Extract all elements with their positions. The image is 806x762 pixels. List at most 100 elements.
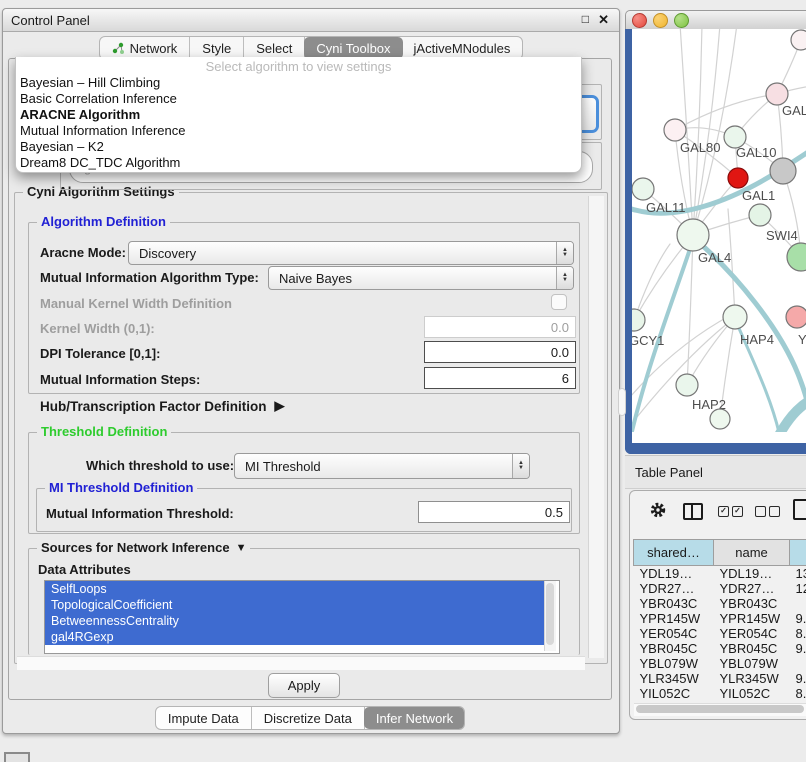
algorithm-option-dream8-dc-tdc-algorithm[interactable]: Dream8 DC_TDC Algorithm bbox=[16, 155, 581, 171]
attribute-item-selfloops[interactable]: SelfLoops bbox=[45, 581, 549, 597]
control-panel-titlebar[interactable]: Control Panel □ ✕ bbox=[3, 9, 619, 32]
table-hscrollbar-track[interactable] bbox=[634, 703, 806, 716]
sources-legend: Sources for Network Inference ▼ bbox=[37, 540, 250, 555]
bottom-tab-infer-network[interactable]: Infer Network bbox=[364, 707, 465, 729]
network-node-gal1[interactable] bbox=[728, 168, 748, 188]
algorithm-option-bayesian-k2[interactable]: Bayesian – K2 bbox=[16, 139, 581, 155]
float-window-icon[interactable]: □ bbox=[582, 12, 589, 26]
export-table-icon[interactable] bbox=[793, 499, 806, 520]
close-panel-icon[interactable]: ✕ bbox=[598, 12, 609, 28]
network-canvas[interactable]: GALGAL80GAL10GAL1GAL11SWI4GAL4HAP4YGCY1H… bbox=[632, 29, 806, 432]
network-edge[interactable] bbox=[675, 94, 777, 130]
mi-steps-field[interactable]: 6 bbox=[424, 367, 576, 389]
application-window: Control Panel □ ✕ Network Style SelectCyni… bbox=[0, 0, 806, 762]
node-label-gal1: GAL1 bbox=[742, 188, 775, 203]
dpi-tolerance-field[interactable]: 0.0 bbox=[424, 341, 576, 363]
table-row[interactable]: YDR27…YDR27…12 bbox=[634, 581, 806, 596]
threshold-definition-legend: Threshold Definition bbox=[37, 424, 171, 439]
apply-button[interactable]: Apply bbox=[268, 673, 340, 698]
table-row[interactable]: YBL079WYBL079W bbox=[634, 656, 806, 671]
node-label-gal10: GAL10 bbox=[736, 145, 776, 160]
tab-select[interactable]: Select bbox=[244, 37, 305, 59]
algorithm-option-bayesian-hill-climbing[interactable]: Bayesian – Hill Climbing bbox=[16, 75, 581, 91]
bottom-tab-impute-data[interactable]: Impute Data bbox=[156, 707, 252, 729]
network-node-hap2[interactable] bbox=[676, 374, 698, 396]
table-hscrollbar-thumb[interactable] bbox=[636, 705, 804, 713]
mi-steps-label: Mutual Information Steps: bbox=[40, 372, 200, 387]
column-header-name[interactable]: name bbox=[714, 540, 790, 566]
settings-scrollbar-track[interactable] bbox=[588, 196, 604, 658]
table-row[interactable]: YBR045CYBR045C9. bbox=[634, 641, 806, 656]
kernel-width-field[interactable]: 0.0 bbox=[424, 316, 576, 338]
tab-jactivemnodules[interactable]: jActiveMNodules bbox=[402, 37, 523, 59]
table-row[interactable]: YDL19…YDL19…13 bbox=[634, 566, 806, 582]
collapse-arrow-icon[interactable]: ▼ bbox=[236, 542, 247, 554]
network-node-unlabeled[interactable] bbox=[770, 158, 796, 184]
table-cell: 9. bbox=[790, 671, 806, 686]
tab-style-label: Style bbox=[202, 41, 231, 56]
node-label-gcy1: GCY1 bbox=[632, 333, 664, 348]
table-panel-header[interactable]: Table Panel bbox=[625, 455, 806, 489]
table-cell: YLR345W bbox=[714, 671, 790, 686]
minimize-traffic-light-icon[interactable] bbox=[653, 13, 668, 28]
network-node-y[interactable] bbox=[786, 306, 806, 328]
algorithm-option-mutual-information-inference[interactable]: Mutual Information Inference bbox=[16, 123, 581, 139]
expand-arrow-icon[interactable]: ▶ bbox=[275, 398, 285, 414]
network-node-unlabeled[interactable] bbox=[710, 409, 730, 429]
node-label-gal80: GAL80 bbox=[680, 140, 720, 155]
algorithm-option-basic-correlation-inference[interactable]: Basic Correlation Inference bbox=[16, 91, 581, 107]
mi-type-label: Mutual Information Algorithm Type: bbox=[40, 270, 259, 285]
network-node-gcy1[interactable] bbox=[632, 309, 645, 331]
network-edge[interactable] bbox=[634, 244, 670, 320]
bottom-tab-discretize-data[interactable]: Discretize Data bbox=[252, 707, 365, 729]
attribute-item-betweennesscentrality[interactable]: BetweennessCentrality bbox=[45, 613, 549, 629]
table-row[interactable]: YER054CYER054C8. bbox=[634, 626, 806, 641]
which-threshold-combo[interactable]: MI Threshold ▲▼ bbox=[234, 453, 530, 479]
attribute-item-topologicalcoefficient[interactable]: TopologicalCoefficient bbox=[45, 597, 549, 613]
attributes-scrollbar-track[interactable] bbox=[544, 581, 556, 651]
tab-network[interactable]: Network bbox=[100, 37, 191, 59]
mi-threshold-field[interactable]: 0.5 bbox=[418, 501, 570, 523]
table-cell: YLR345W bbox=[634, 671, 714, 686]
network-node-gal11[interactable] bbox=[632, 178, 654, 200]
table-row[interactable]: YPR145WYPR145W9. bbox=[634, 611, 806, 626]
tab-style[interactable]: Style bbox=[190, 37, 244, 59]
data-attributes-list[interactable]: SelfLoopsTopologicalCoefficientBetweenne… bbox=[44, 580, 560, 654]
which-threshold-label: Which threshold to use: bbox=[86, 458, 234, 473]
network-edge[interactable] bbox=[778, 395, 806, 432]
column-header-shared[interactable]: shared… bbox=[634, 540, 714, 566]
attributes-scrollbar-thumb[interactable] bbox=[546, 583, 554, 645]
node-label-gal: GAL bbox=[782, 103, 806, 118]
algorithm-option-aracne-algorithm[interactable]: ARACNE Algorithm bbox=[16, 107, 581, 123]
attribute-item-gal4rgexp[interactable]: gal4RGexp bbox=[45, 629, 549, 645]
network-edge[interactable] bbox=[693, 29, 702, 235]
zoom-traffic-light-icon[interactable] bbox=[674, 13, 689, 28]
deselect-all-icon[interactable] bbox=[755, 506, 780, 517]
network-node-unlabeled[interactable] bbox=[787, 243, 806, 271]
tab-cyni-toolbox[interactable]: Cyni Toolbox bbox=[304, 37, 402, 59]
manual-kernel-checkbox[interactable] bbox=[551, 294, 567, 310]
split-column-icon[interactable] bbox=[683, 503, 703, 520]
panel-splitter-grip[interactable] bbox=[618, 388, 626, 416]
mi-type-combo[interactable]: Naive Bayes ▲▼ bbox=[268, 266, 574, 290]
close-traffic-light-icon[interactable] bbox=[632, 13, 647, 28]
network-node-swi4[interactable] bbox=[749, 204, 771, 226]
network-node-gal[interactable] bbox=[766, 83, 788, 105]
table-row[interactable]: YBR043CYBR043C bbox=[634, 596, 806, 611]
stepper-icon: ▲▼ bbox=[556, 242, 573, 264]
column-header-a[interactable]: A bbox=[790, 540, 806, 566]
hub-definition-section[interactable]: Hub/Transcription Factor Definition ▶ bbox=[40, 398, 285, 414]
aracne-mode-combo[interactable]: Discovery ▲▼ bbox=[128, 241, 574, 265]
settings-hscrollbar-track[interactable] bbox=[17, 656, 585, 670]
network-node-gal80[interactable] bbox=[664, 119, 686, 141]
settings-gear-icon[interactable] bbox=[649, 501, 667, 524]
select-all-icon[interactable]: ✓✓ bbox=[718, 506, 743, 517]
network-node-gal4[interactable] bbox=[677, 219, 709, 251]
table-row[interactable]: YLR345WYLR345W9. bbox=[634, 671, 806, 686]
network-node-hap4[interactable] bbox=[723, 305, 747, 329]
table-row[interactable]: YIL052CYIL052C8. bbox=[634, 686, 806, 701]
network-node-unlabeled[interactable] bbox=[791, 30, 806, 50]
dpi-tolerance-label: DPI Tolerance [0,1]: bbox=[40, 346, 160, 361]
hide-panel-button[interactable] bbox=[4, 752, 30, 762]
network-window-titlebar[interactable] bbox=[625, 10, 806, 31]
